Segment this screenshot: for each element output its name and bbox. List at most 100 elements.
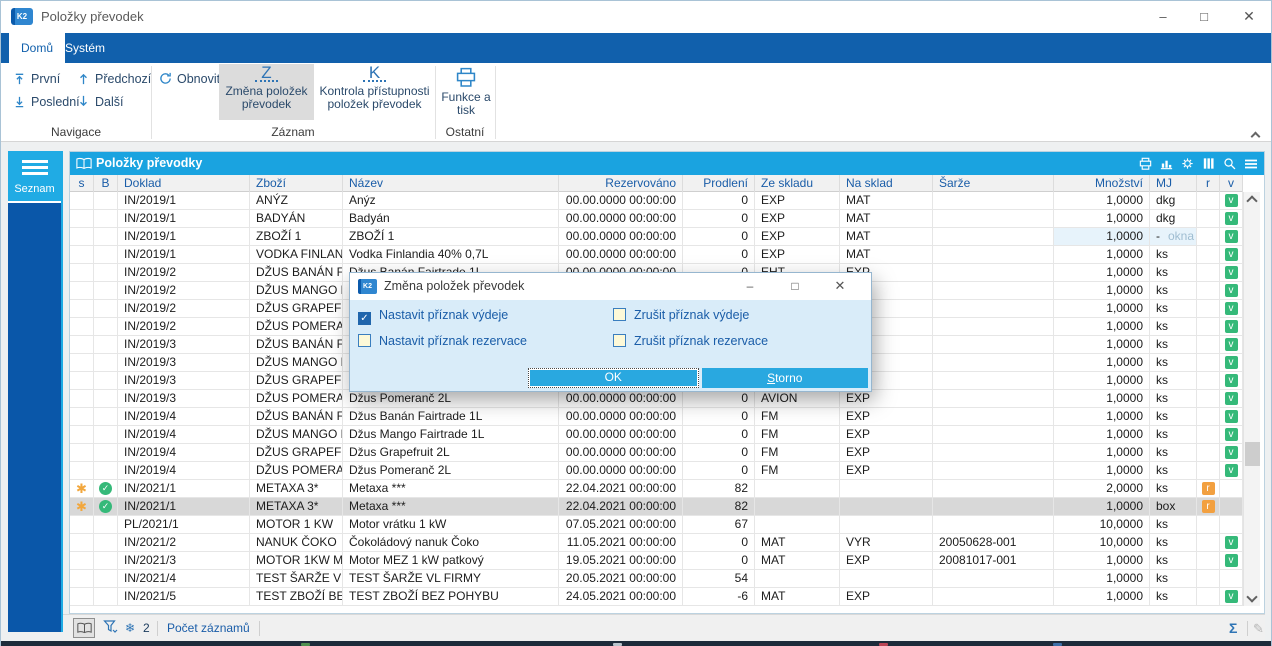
previous-button[interactable]: Předchozí bbox=[77, 69, 151, 89]
storno-button[interactable]: Storno bbox=[702, 368, 869, 388]
col-header-nazev[interactable]: Název bbox=[343, 175, 559, 192]
scroll-up-icon[interactable] bbox=[1246, 195, 1257, 206]
table-row[interactable]: IN/2019/1BADYÁNBadyán00.00.0000 00:00:00… bbox=[70, 210, 1243, 228]
cell-ze_skladu: MAT bbox=[755, 588, 840, 606]
col-header-zbozi[interactable]: Zboží bbox=[250, 175, 343, 192]
filter-icon[interactable] bbox=[103, 619, 118, 638]
columns-icon[interactable] bbox=[1201, 156, 1217, 172]
first-button[interactable]: První bbox=[13, 69, 60, 89]
cell-v: v bbox=[1220, 264, 1243, 282]
cell-doklad: IN/2019/4 bbox=[118, 462, 250, 480]
cell-b bbox=[94, 588, 118, 606]
col-header-s[interactable]: s bbox=[70, 175, 94, 192]
scrollbar-thumb[interactable] bbox=[1245, 442, 1260, 466]
next-button[interactable]: Další bbox=[77, 92, 123, 112]
cell-mnozstvi: 1,0000 bbox=[1054, 228, 1150, 246]
cell-zbozi: DŽUS POMERANČ... bbox=[250, 390, 343, 408]
col-header-b[interactable]: B bbox=[94, 175, 118, 192]
gear-icon[interactable] bbox=[1180, 156, 1196, 172]
checkbox[interactable]: ✓ bbox=[358, 312, 371, 325]
minimize-button[interactable]: – bbox=[1143, 1, 1183, 32]
dialog-minimize-button[interactable]: – bbox=[733, 273, 767, 299]
cell-mnozstvi: 1,0000 bbox=[1054, 552, 1150, 570]
col-header-mj[interactable]: MJ bbox=[1150, 175, 1197, 192]
cell-sarze bbox=[933, 318, 1054, 336]
cell-ze_skladu: MAT bbox=[755, 534, 840, 552]
table-row[interactable]: IN/2021/2NANUK ČOKOČokoládový nanuk Čoko… bbox=[70, 534, 1243, 552]
cell-rezervovano: 19.05.2021 00:00:00 bbox=[559, 552, 683, 570]
col-header-sarze[interactable]: Šarže bbox=[933, 175, 1054, 192]
cell-mnozstvi: 1,0000 bbox=[1054, 300, 1150, 318]
cell-prodleni: 0 bbox=[683, 444, 755, 462]
ok-button[interactable]: OK bbox=[530, 370, 697, 386]
table-row[interactable]: IN/2019/4DŽUS GRAPEFRUI...Džus Grapefrui… bbox=[70, 444, 1243, 462]
table-row[interactable]: IN/2019/1VODKA FINLANDI...Vodka Finlandi… bbox=[70, 246, 1243, 264]
cell-prodleni: 0 bbox=[683, 534, 755, 552]
cell-nazev: Motor MEZ 1 kW patkový bbox=[343, 552, 559, 570]
cell-na_sklad bbox=[840, 570, 933, 588]
print-icon[interactable] bbox=[1138, 156, 1154, 172]
cell-na_sklad: EXP bbox=[840, 444, 933, 462]
book-icon[interactable] bbox=[73, 618, 95, 638]
col-header-r[interactable]: r bbox=[1197, 175, 1220, 192]
reservation-badge: r bbox=[1202, 482, 1215, 495]
check-accessibility-letter: K bbox=[363, 66, 386, 82]
table-row[interactable]: IN/2019/4DŽUS BANÁN FAIR...Džus Banán Fa… bbox=[70, 408, 1243, 426]
functions-print-button[interactable]: Funkce a tisk bbox=[438, 64, 494, 120]
refresh-button[interactable]: Obnovit bbox=[159, 69, 220, 89]
table-row[interactable]: IN/2021/3MOTOR 1KW MEZMotor MEZ 1 kW pat… bbox=[70, 552, 1243, 570]
table-row[interactable]: IN/2019/3DŽUS POMERANČ...Džus Pomeranč 2… bbox=[70, 390, 1243, 408]
change-items-button[interactable]: Z Změna položek převodek bbox=[219, 64, 314, 120]
table-row[interactable]: IN/2019/4DŽUS POMERANČ...Džus Pomeranč 2… bbox=[70, 462, 1243, 480]
cell-doklad: PL/2021/1 bbox=[118, 516, 250, 534]
scroll-down-icon[interactable] bbox=[1246, 591, 1257, 602]
cell-v: v bbox=[1220, 318, 1243, 336]
sidebar-tab-seznam[interactable]: Seznam bbox=[8, 151, 61, 203]
col-header-rezervovano[interactable]: Rezervováno bbox=[559, 175, 683, 192]
check-accessibility-button[interactable]: K Kontrola přístupnosti položek převodek bbox=[315, 64, 434, 120]
table-row[interactable]: ✱✓IN/2021/1METAXA 3*Metaxa ***22.04.2021… bbox=[70, 480, 1243, 498]
col-header-mnozstvi[interactable]: Množství bbox=[1054, 175, 1150, 192]
table-row[interactable]: ✱✓IN/2021/1METAXA 3*Metaxa ***22.04.2021… bbox=[70, 498, 1243, 516]
cell-s bbox=[70, 282, 94, 300]
checkbox-row: ✓Nastavit příznak výdeje bbox=[358, 306, 613, 324]
cell-prodleni: 0 bbox=[683, 426, 755, 444]
table-row[interactable]: IN/2019/4DŽUS MANGO FAI...Džus Mango Fai… bbox=[70, 426, 1243, 444]
dialog-checkbox-grid: ✓Nastavit příznak výdejeZrušit příznak v… bbox=[358, 306, 768, 350]
dispatch-badge: v bbox=[1225, 284, 1238, 297]
table-row[interactable]: PL/2021/1MOTOR 1 KWMotor vrátku 1 kW07.0… bbox=[70, 516, 1243, 534]
dialog-close-button[interactable]: ✕ bbox=[823, 273, 857, 299]
checkbox[interactable] bbox=[613, 308, 626, 321]
col-header-prodleni[interactable]: Prodlení bbox=[683, 175, 755, 192]
checkbox[interactable] bbox=[613, 334, 626, 347]
col-header-v[interactable]: v bbox=[1220, 175, 1243, 192]
zoom-icon[interactable] bbox=[1222, 156, 1238, 172]
maximize-button[interactable]: □ bbox=[1184, 1, 1224, 32]
col-header-na_sklad[interactable]: Na sklad bbox=[840, 175, 933, 192]
cell-rezervovano: 22.04.2021 00:00:00 bbox=[559, 498, 683, 516]
close-button[interactable]: ✕ bbox=[1229, 1, 1269, 32]
dialog-maximize-button[interactable]: □ bbox=[778, 273, 812, 299]
menu-icon[interactable] bbox=[1243, 156, 1259, 172]
ribbon-collapse-button[interactable] bbox=[1252, 129, 1259, 143]
cell-sarze: 20050628-001 bbox=[933, 534, 1054, 552]
cell-doklad: IN/2019/1 bbox=[118, 246, 250, 264]
col-header-ze_skladu[interactable]: Ze skladu bbox=[755, 175, 840, 192]
sum-icon[interactable]: Σ bbox=[1229, 619, 1237, 638]
last-button[interactable]: Poslední bbox=[13, 92, 80, 112]
table-row[interactable]: IN/2021/4TEST ŠARŽE VL FIR...TEST ŠARŽE … bbox=[70, 570, 1243, 588]
chart-icon[interactable] bbox=[1159, 156, 1175, 172]
table-row[interactable]: IN/2021/5TEST ZBOŽÍ BEZ P...TEST ZBOŽÍ B… bbox=[70, 588, 1243, 606]
vertical-scrollbar[interactable] bbox=[1243, 192, 1260, 606]
table-row[interactable]: IN/2019/1ZBOŽÍ 1ZBOŽÍ 100.00.0000 00:00:… bbox=[70, 228, 1243, 246]
cell-na_sklad: EXP bbox=[840, 462, 933, 480]
sidebar: Seznam bbox=[8, 151, 63, 632]
cell-nazev: Metaxa *** bbox=[343, 480, 559, 498]
table-row[interactable]: IN/2019/1ANÝZAnýz00.00.0000 00:00:000EXP… bbox=[70, 192, 1243, 210]
checkbox[interactable] bbox=[358, 334, 371, 347]
col-header-doklad[interactable]: Doklad bbox=[118, 175, 250, 192]
cell-mnozstvi: 1,0000 bbox=[1054, 588, 1150, 606]
cell-ze_skladu: FM bbox=[755, 426, 840, 444]
ribbon-tab-bar: Domů Systém bbox=[1, 33, 1271, 63]
tab-system[interactable]: Systém bbox=[53, 33, 117, 63]
